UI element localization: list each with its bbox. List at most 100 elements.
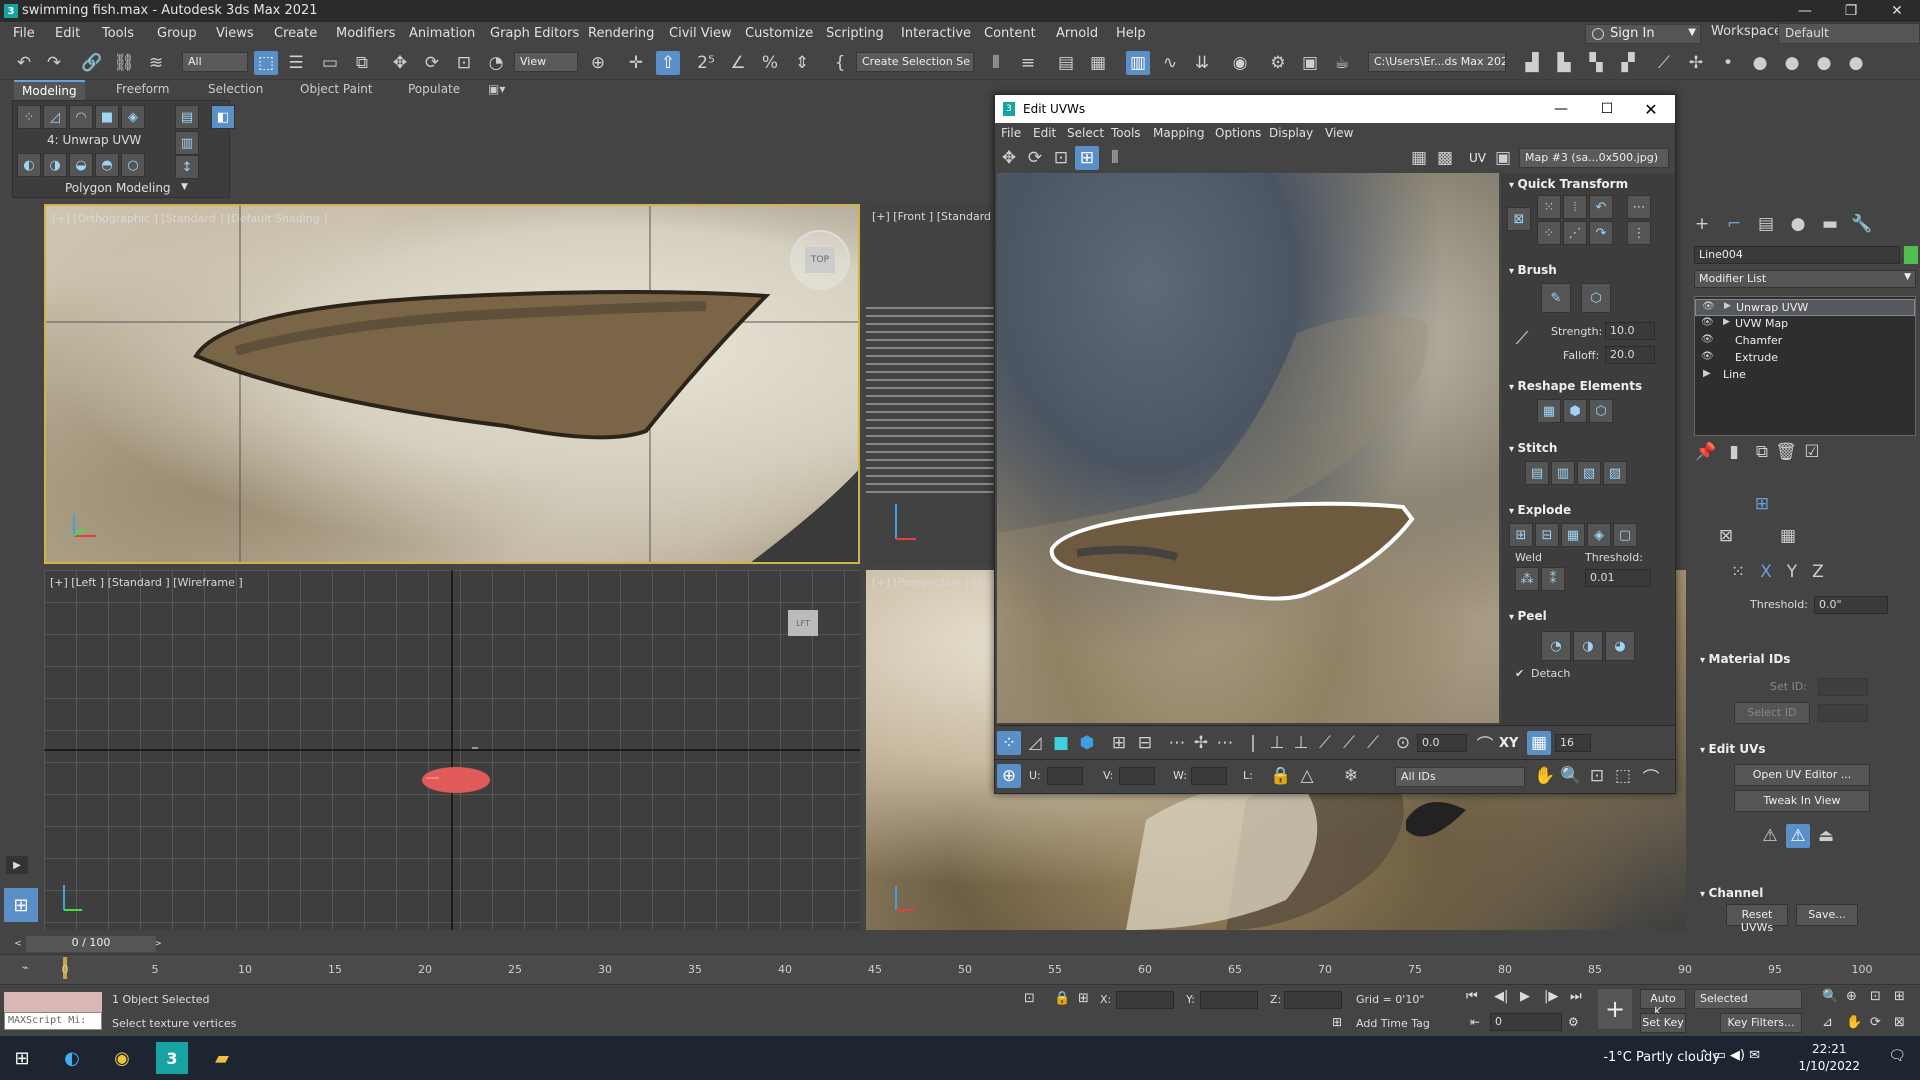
align-center-icon[interactable]: ⁘ [1537, 221, 1561, 245]
ribbon-options-icon[interactable]: ▣▾ [480, 80, 513, 100]
uvw-menu-mapping[interactable]: Mapping [1153, 126, 1205, 140]
viewport-label[interactable]: [+] [Orthographic ] [Standard ] [Default… [52, 212, 327, 225]
rotate-cw-icon[interactable]: ↷ [1589, 221, 1613, 245]
vertex-mode-icon[interactable]: ⁘ [997, 731, 1021, 755]
strength-spinner[interactable]: 10.0 [1605, 322, 1655, 340]
checker-icon[interactable]: ▦ [1407, 146, 1431, 170]
rollout-reshape-elements[interactable]: Reshape Elements [1501, 377, 1675, 395]
track-bar[interactable]: ⌁ 0 5 10 15 20 25 30 35 40 45 50 55 60 6… [0, 954, 1920, 984]
absolute-mode-icon[interactable]: ⊕ [997, 764, 1021, 788]
set-key-big-icon[interactable]: + [1598, 989, 1632, 1029]
snap-icon[interactable]: ⌒ [1639, 764, 1663, 789]
orbit-icon[interactable]: ⟳ [1870, 1015, 1881, 1030]
menu-scripting[interactable]: Scripting [826, 26, 884, 41]
rollout-stitch[interactable]: Stitch [1501, 439, 1675, 457]
fit-icon[interactable]: ▦ [1776, 524, 1800, 548]
flatten-by-smoothing-icon[interactable]: ◈ [1587, 523, 1611, 547]
set-key-button[interactable]: Set Key [1640, 1013, 1686, 1033]
brush-icon-2[interactable]: ⟋ [1337, 731, 1361, 755]
viewport-layout-icon[interactable]: ⊞ [4, 888, 38, 922]
scale-icon[interactable]: ⊡ [1049, 146, 1073, 170]
ribbon-tool-icon-5[interactable]: ○ [121, 153, 145, 177]
weld-threshold-spinner[interactable]: 0.01 [1585, 569, 1651, 587]
project-folder-icon[interactable]: ▟ [1520, 51, 1544, 75]
close-icon[interactable]: ✕ [1631, 97, 1671, 121]
viewcube[interactable]: TOP [790, 230, 850, 290]
ribbon-side-icon-3[interactable]: ↕ [175, 155, 199, 179]
menu-file[interactable]: File [13, 26, 35, 41]
zoom-icon[interactable]: 🔍 [1822, 989, 1838, 1004]
windows-start-icon[interactable]: ⊞ [6, 1042, 38, 1074]
create-tab-icon[interactable]: + [1690, 212, 1714, 236]
edit-named-sets-icon[interactable]: { [828, 51, 852, 75]
time-config-icon[interactable]: ⚙ [1568, 1015, 1579, 1029]
sign-in-button[interactable]: Sign In ▼ [1585, 24, 1701, 44]
menu-arnold[interactable]: Arnold [1056, 26, 1098, 41]
grid-snap-icon[interactable]: ▦ [1527, 731, 1551, 755]
break-icon[interactable]: ⊞ [1509, 523, 1533, 547]
angle-snap-icon[interactable]: ∠ [726, 51, 750, 75]
uv-label[interactable]: UV [1469, 151, 1486, 165]
peel-mode-icon[interactable]: ◑ [1573, 631, 1603, 661]
mapping-icon[interactable]: ⊞ [1750, 492, 1774, 516]
xy-label[interactable]: XY [1499, 736, 1518, 751]
modify-tab-icon[interactable]: ⌐ [1722, 212, 1746, 236]
ids-select[interactable]: All IDs [1395, 767, 1525, 787]
stack-item-line[interactable]: ▶ Line [1695, 367, 1915, 384]
ref-coord-select[interactable]: View [514, 52, 578, 72]
minimize-icon[interactable]: — [1541, 97, 1581, 121]
section-channel[interactable]: Channel [1690, 884, 1920, 902]
vertex-icon[interactable]: ⁘ [17, 105, 41, 129]
soft-selection-icon[interactable]: ⊙ [1391, 731, 1415, 755]
hide-icon[interactable]: △ [1295, 764, 1319, 788]
zoom-extents-icon[interactable]: ⬚ [1611, 764, 1635, 788]
menu-interactive[interactable]: Interactive [901, 26, 971, 41]
select-by-name-icon[interactable]: ☰ [284, 51, 308, 75]
percent-snap-icon[interactable]: % [758, 51, 782, 75]
select-manipulate-icon[interactable]: ✛ [624, 51, 648, 75]
brush-stroke-icon[interactable]: ⟋ [1509, 325, 1535, 351]
explorer-icon-3[interactable]: ▞ [1616, 51, 1640, 75]
z-coordinate-field[interactable] [1284, 991, 1342, 1009]
current-frame-field[interactable]: 0 [1490, 1013, 1562, 1031]
menu-create[interactable]: Create [274, 26, 317, 41]
detach-checkbox[interactable]: ✔ [1515, 667, 1524, 680]
falloff-spinner[interactable]: 20.0 [1605, 346, 1655, 364]
zoom-icon[interactable]: 🔍 [1559, 764, 1583, 788]
add-time-tag[interactable]: Add Time Tag [1356, 1017, 1430, 1030]
motion-tab-icon[interactable]: ● [1786, 212, 1810, 236]
rotate-icon[interactable]: ⟳ [1023, 146, 1047, 170]
play-icon[interactable]: ▶ [1520, 989, 1530, 1004]
rollout-peel[interactable]: Peel [1501, 607, 1675, 625]
edit-uv-icon-3[interactable]: ⏏ [1814, 824, 1838, 848]
maximize-viewport-icon[interactable]: ⊠ [1894, 1015, 1905, 1030]
explorer-icon-1[interactable]: ▙ [1552, 51, 1576, 75]
ribbon-tab-populate[interactable]: Populate [400, 80, 468, 100]
goto-end-icon[interactable]: ⏭ [1570, 989, 1582, 1004]
soft-selection-spinner[interactable]: 0.0 [1417, 734, 1467, 752]
threshold-field[interactable]: 0.0" [1814, 596, 1888, 614]
loop-icon[interactable]: ⋯ [1165, 731, 1189, 755]
select-object-icon[interactable]: ⬚ [254, 51, 278, 75]
uvw-menu-display[interactable]: Display [1269, 126, 1313, 140]
rotate-ccw-icon[interactable]: ↶ [1589, 195, 1613, 219]
move-icon[interactable]: ✥ [997, 146, 1021, 170]
viewport-front[interactable]: [+] [Front ] [Standard ] [866, 204, 994, 564]
menu-customize[interactable]: Customize [745, 26, 813, 41]
uvw-menu-tools[interactable]: Tools [1111, 126, 1141, 140]
pin-stack-icon[interactable]: 📌 [1694, 440, 1718, 464]
eye-icon[interactable]: 👁 [1702, 301, 1715, 312]
element-mode-icon[interactable]: ⬢ [1075, 731, 1099, 755]
edge-mode-icon[interactable]: ◿ [1023, 731, 1047, 755]
maxscript-input[interactable]: MAXScript Mi: [4, 1012, 102, 1030]
eye-icon[interactable]: 👁 [1701, 351, 1714, 362]
detach-edge-icon[interactable]: ⊟ [1535, 523, 1559, 547]
maxscript-output[interactable] [4, 992, 102, 1012]
straighten-icon[interactable]: ⋰ [1563, 221, 1587, 245]
peel-reset-icon[interactable]: ◕ [1605, 631, 1635, 661]
make-unique-icon[interactable]: ⧉ [1750, 440, 1774, 464]
ribbon-tool-icon-4[interactable]: ◓ [95, 153, 119, 177]
frame-indicator[interactable]: 0 / 100 [26, 936, 156, 952]
explorer-icon-2[interactable]: ▚ [1584, 51, 1608, 75]
axis-icon[interactable]: ⁙ [1726, 560, 1750, 584]
